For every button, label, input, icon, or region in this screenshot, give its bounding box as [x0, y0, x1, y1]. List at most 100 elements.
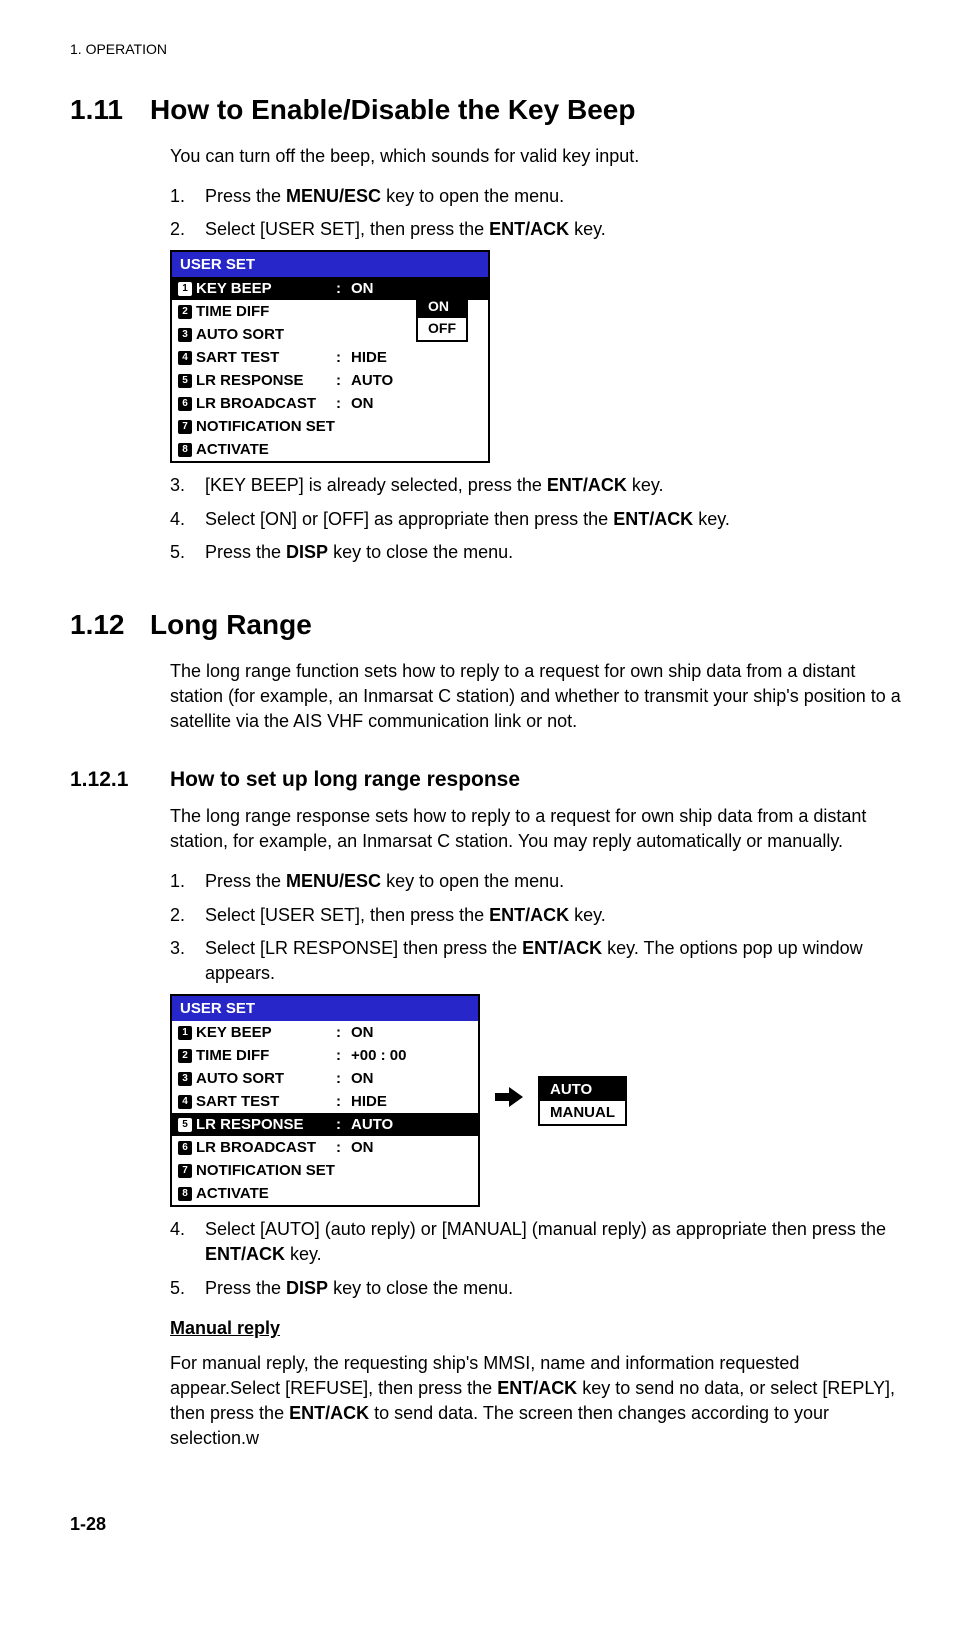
step-bold: ENT/ACK: [489, 219, 569, 239]
menu-item-activate[interactable]: 8 ACTIVATE: [172, 438, 488, 461]
menu-item-number: 5: [178, 1118, 192, 1132]
menu-item-time-diff[interactable]: 2 TIME DIFF : +00 : 00: [172, 1044, 478, 1067]
step-content: Select [AUTO] (auto reply) or [MANUAL] (…: [205, 1217, 902, 1267]
menu-colon: :: [336, 1068, 351, 1089]
step-text: key to open the menu.: [381, 186, 564, 206]
dropdown-option-off[interactable]: OFF: [418, 318, 466, 340]
step-content: Press the MENU/ESC key to open the menu.: [205, 184, 902, 209]
section-title: Long Range: [150, 605, 312, 644]
menu-colon: :: [336, 1045, 351, 1066]
popup-option-manual[interactable]: MANUAL: [540, 1101, 625, 1124]
step-bold: ENT/ACK: [489, 905, 569, 925]
menu-item-value: HIDE: [351, 1091, 472, 1112]
user-set-menu-1: USER SET 1 KEY BEEP : ON 2 TIME DIFF 3 A…: [170, 250, 490, 463]
step-4: 4. Select [AUTO] (auto reply) or [MANUAL…: [170, 1217, 902, 1267]
menu-item-auto-sort[interactable]: 3 AUTO SORT : ON: [172, 1067, 478, 1090]
menu-item-label: SART TEST: [196, 1091, 336, 1112]
step-bold: DISP: [286, 542, 328, 562]
step-3: 3. Select [LR RESPONSE] then press the E…: [170, 936, 902, 986]
page-number: 1-28: [70, 1512, 902, 1537]
menu-item-number: 6: [178, 1141, 192, 1155]
subsection-heading-1121: 1.12.1 How to set up long range response: [70, 765, 902, 794]
step-text: Press the: [205, 871, 286, 891]
menu-item-number: 2: [178, 305, 192, 319]
step-bold: ENT/ACK: [613, 509, 693, 529]
step-content: Select [USER SET], then press the ENT/AC…: [205, 903, 902, 928]
menu-item-number: 4: [178, 351, 192, 365]
menu-item-lr-response[interactable]: 5 LR RESPONSE : AUTO: [172, 369, 488, 392]
menu-item-value: ON: [351, 1068, 472, 1089]
step-number: 5.: [170, 540, 205, 565]
menu-colon: :: [336, 347, 351, 368]
menu-item-number: 3: [178, 1072, 192, 1086]
step-number: 4.: [170, 1217, 205, 1267]
user-set-menu-2: USER SET 1 KEY BEEP : ON 2 TIME DIFF : +…: [170, 994, 480, 1207]
menu-item-activate[interactable]: 8 ACTIVATE: [172, 1182, 478, 1205]
step-text: key.: [285, 1244, 322, 1264]
step-number: 3.: [170, 473, 205, 498]
manual-reply-text: For manual reply, the requesting ship's …: [170, 1351, 902, 1452]
step-number: 4.: [170, 507, 205, 532]
menu-item-lr-broadcast[interactable]: 6 LR BROADCAST : ON: [172, 1136, 478, 1159]
subsection-title: How to set up long range response: [170, 765, 520, 794]
step-number: 2.: [170, 903, 205, 928]
step-text: Select [ON] or [OFF] as appropriate then…: [205, 509, 613, 529]
menu-item-value: ON: [351, 1137, 472, 1158]
menu-item-notification-set[interactable]: 7 NOTIFICATION SET: [172, 1159, 478, 1182]
section-heading-111: 1.11 How to Enable/Disable the Key Beep: [70, 90, 902, 129]
menu-item-label: TIME DIFF: [196, 301, 336, 322]
step-bold: ENT/ACK: [205, 1244, 285, 1264]
key-beep-dropdown[interactable]: ON OFF: [416, 294, 468, 341]
menu-item-label: LR RESPONSE: [196, 370, 336, 391]
step-text: [KEY BEEP] is already selected, press th…: [205, 475, 547, 495]
menu-item-sart-test[interactable]: 4 SART TEST : HIDE: [172, 1090, 478, 1113]
section-heading-112: 1.12 Long Range: [70, 605, 902, 644]
subsection-number: 1.12.1: [70, 765, 170, 794]
menu-title: USER SET: [172, 996, 478, 1021]
lr-response-popup[interactable]: AUTO MANUAL: [538, 1076, 627, 1126]
menu-colon: :: [336, 393, 351, 414]
menu-item-label: LR BROADCAST: [196, 393, 336, 414]
text-bold: ENT/ACK: [497, 1378, 577, 1398]
step-content: Press the MENU/ESC key to open the menu.: [205, 869, 902, 894]
step-3: 3. [KEY BEEP] is already selected, press…: [170, 473, 902, 498]
menu-item-number: 7: [178, 420, 192, 434]
menu-item-notification-set[interactable]: 7 NOTIFICATION SET: [172, 415, 488, 438]
menu-item-number: 1: [178, 282, 192, 296]
menu-colon: :: [336, 1137, 351, 1158]
popup-option-auto[interactable]: AUTO: [540, 1078, 625, 1101]
menu-item-sart-test[interactable]: 4 SART TEST : HIDE: [172, 346, 488, 369]
step-text: Select [USER SET], then press the: [205, 905, 489, 925]
menu-item-lr-response[interactable]: 5 LR RESPONSE : AUTO: [172, 1113, 478, 1136]
step-5: 5. Press the DISP key to close the menu.: [170, 1276, 902, 1301]
step-content: Select [LR RESPONSE] then press the ENT/…: [205, 936, 902, 986]
menu-item-label: ACTIVATE: [196, 1183, 336, 1204]
menu-item-key-beep[interactable]: 1 KEY BEEP : ON: [172, 1021, 478, 1044]
menu-item-label: SART TEST: [196, 347, 336, 368]
step-text: key.: [693, 509, 730, 529]
step-number: 1.: [170, 184, 205, 209]
menu-item-lr-broadcast[interactable]: 6 LR BROADCAST : ON: [172, 392, 488, 415]
menu-item-label: LR RESPONSE: [196, 1114, 336, 1135]
menu-item-value: HIDE: [351, 347, 482, 368]
dropdown-option-on[interactable]: ON: [418, 296, 466, 318]
menu-item-label: TIME DIFF: [196, 1045, 336, 1066]
step-2: 2. Select [USER SET], then press the ENT…: [170, 903, 902, 928]
step-bold: MENU/ESC: [286, 871, 381, 891]
menu-colon: :: [336, 370, 351, 391]
menu-item-number: 4: [178, 1095, 192, 1109]
menu-item-label: NOTIFICATION SET: [196, 416, 336, 437]
user-set-menu-2-container: USER SET 1 KEY BEEP : ON 2 TIME DIFF : +…: [170, 994, 902, 1207]
menu-item-label: ACTIVATE: [196, 439, 336, 460]
step-4: 4. Select [ON] or [OFF] as appropriate t…: [170, 507, 902, 532]
step-text: key to close the menu.: [328, 1278, 513, 1298]
step-number: 3.: [170, 936, 205, 986]
step-number: 2.: [170, 217, 205, 242]
step-content: Press the DISP key to close the menu.: [205, 1276, 902, 1301]
menu-item-value: +00 : 00: [351, 1045, 472, 1066]
step-content: Select [ON] or [OFF] as appropriate then…: [205, 507, 902, 532]
step-text: Press the: [205, 542, 286, 562]
step-number: 1.: [170, 869, 205, 894]
menu-item-number: 8: [178, 443, 192, 457]
step-text: key to close the menu.: [328, 542, 513, 562]
